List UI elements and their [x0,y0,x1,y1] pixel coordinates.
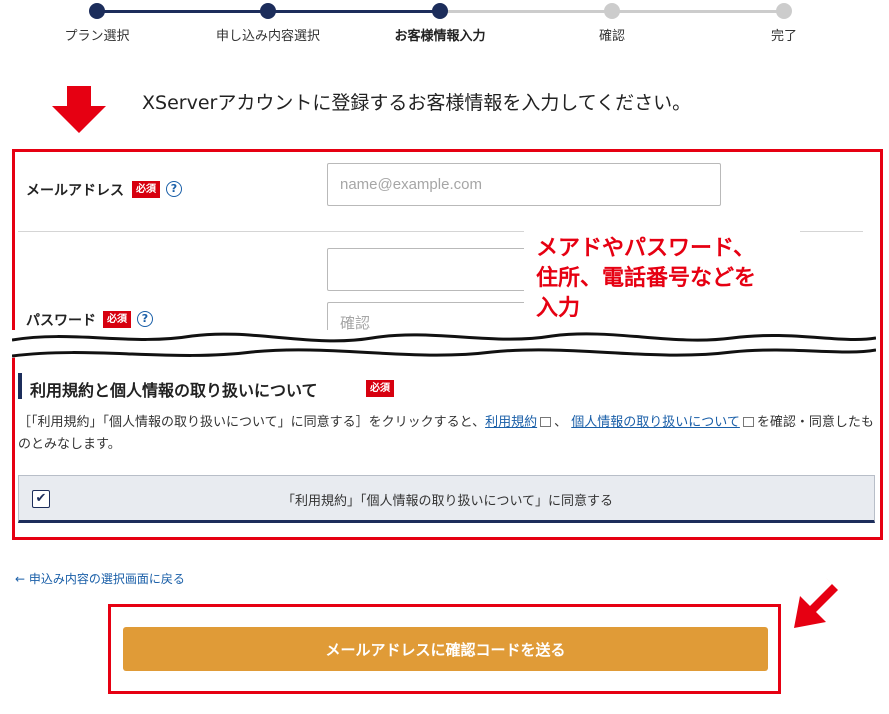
agree-checkbox-row[interactable]: ✔ 「利用規約」「個人情報の取り扱いについて」に同意する [18,475,875,523]
step-label-plan: プラン選択 [64,29,130,44]
agree-checkbox-label: 「利用規約」「個人情報の取り扱いについて」に同意する [281,494,614,509]
privacy-link[interactable]: 個人情報の取り扱いについて [571,415,740,430]
step-dot-2 [260,3,276,19]
email-input[interactable] [327,163,721,206]
annotation-line-2: 住所、電話番号などを [536,266,757,291]
email-required-badge: 必須 [132,181,160,198]
email-help-icon[interactable]: ? [166,181,182,197]
torn-edge-divider [12,330,876,358]
consent-text-before: ［「利用規約」「個人情報の取り扱いについて」に同意する］をクリックすると、 [18,415,486,430]
step-dot-4 [604,3,620,19]
back-link[interactable]: ← 申込み内容の選択画面に戻る [15,570,185,587]
instruction-text: XServerアカウントに登録するお客様情報を入力してください。 [142,92,692,114]
section-accent-bar [18,373,22,399]
annotation-line-3: 入力 [536,296,581,321]
step-label-confirm: 確認 [598,29,625,44]
consent-text: ［「利用規約」「個人情報の取り扱いについて」に同意する］をクリックすると、利用規… [18,412,876,456]
diagonal-arrow-icon [794,578,838,628]
email-label: メールアドレス [26,183,124,199]
step-label-customer-info: お客様情報入力 [394,29,486,44]
password-help-icon[interactable]: ? [137,311,153,327]
step-dot-3 [432,3,448,19]
consent-separator: 、 [554,415,568,430]
annotation-line-1: メアドやパスワード、 [536,236,756,261]
step-label-complete: 完了 [770,29,797,44]
step-dot-1 [89,3,105,19]
terms-section-title: 利用規約と個人情報の取り扱いについて [30,381,318,400]
annotation-callout: メアドやパスワード、 住所、電話番号などを 入力 [524,226,800,334]
down-arrow-icon [52,86,106,133]
progress-stepper: プラン選択 申し込み内容選択 お客様情報入力 確認 完了 [0,0,889,48]
external-link-icon [540,417,552,427]
terms-link[interactable]: 利用規約 [485,415,537,430]
terms-required-badge: 必須 [366,380,394,397]
step-dot-5 [776,3,792,19]
send-verification-code-button[interactable]: メールアドレスに確認コードを送る [123,627,768,671]
step-label-application: 申し込み内容選択 [215,29,320,44]
external-link-icon [742,417,754,427]
